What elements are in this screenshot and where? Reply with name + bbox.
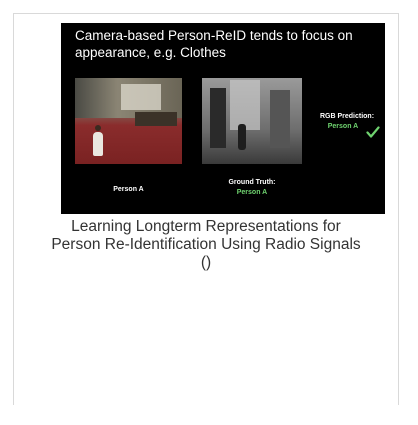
publication-caption: Learning Longterm Representations for Pe… <box>14 218 398 272</box>
title-line-1: Learning Longterm Representations for <box>71 218 341 235</box>
title-line-2: Person Re-Identification Using Radio Sig… <box>51 236 361 253</box>
ground-truth-value: Person A <box>236 189 268 196</box>
rgb-prediction-label: RGB Prediction: <box>319 113 375 120</box>
check-icon <box>366 126 380 138</box>
publication-title-link[interactable]: Learning Longterm Representations for Pe… <box>14 218 398 254</box>
left-image-caption: Person A <box>113 186 144 193</box>
camera-image-right <box>202 78 302 164</box>
publication-card: Camera-based Person-ReID tends to focus … <box>13 13 399 405</box>
camera-image-left <box>75 78 182 164</box>
video-thumbnail[interactable]: Camera-based Person-ReID tends to focus … <box>61 23 385 214</box>
rgb-prediction-value: Person A <box>327 123 359 130</box>
publication-venue: () <box>200 254 212 271</box>
ground-truth-label: Ground Truth: <box>228 179 276 186</box>
slide-title: Camera-based Person-ReID tends to focus … <box>75 28 353 60</box>
